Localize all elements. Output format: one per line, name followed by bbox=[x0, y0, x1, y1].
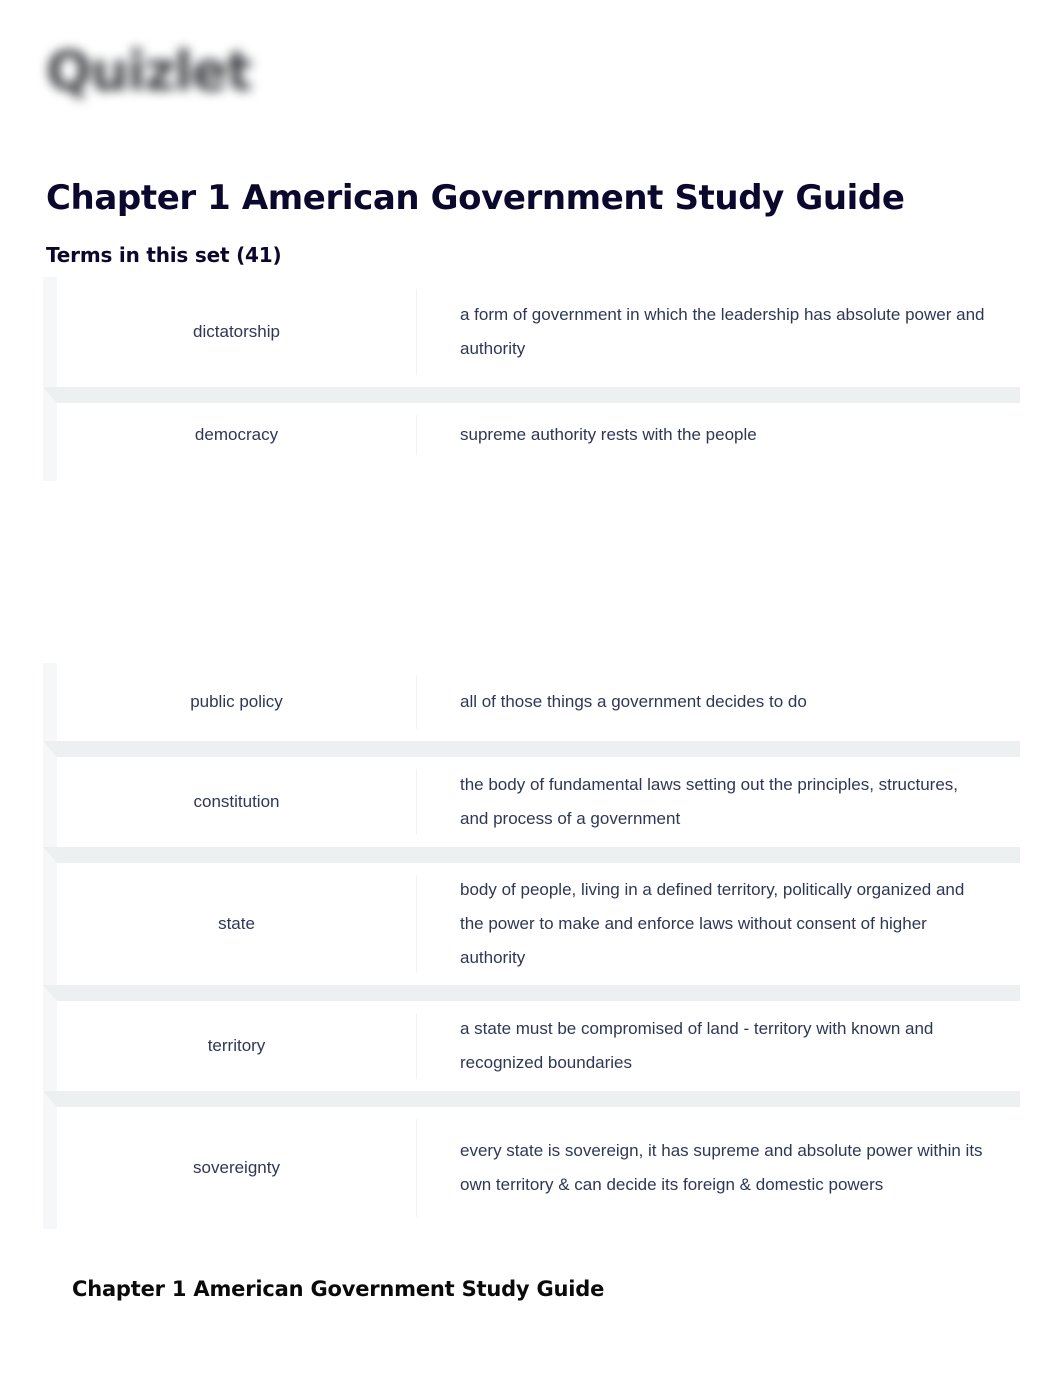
definition-text: a state must be compromised of land - te… bbox=[460, 1019, 934, 1072]
term-cell: dictatorship bbox=[57, 277, 416, 387]
quizlet-logo-text: Quizlet bbox=[46, 40, 252, 103]
term-cell: democracy bbox=[57, 403, 416, 467]
table-row[interactable]: public policy all of those things a gove… bbox=[43, 663, 1020, 741]
page-footer-title: Chapter 1 American Government Study Guid… bbox=[72, 1277, 605, 1301]
term-text: constitution bbox=[193, 792, 280, 811]
terms-count-heading: Terms in this set (41) bbox=[46, 242, 282, 267]
term-cell: sovereignty bbox=[57, 1107, 416, 1229]
definition-cell: all of those things a government decides… bbox=[416, 663, 1020, 741]
study-set-page: Quizlet Chapter 1 American Government St… bbox=[0, 0, 1062, 1377]
table-row[interactable]: constitution the body of fundamental law… bbox=[43, 741, 1020, 847]
term-text: dictatorship bbox=[193, 322, 280, 341]
terms-list-group-b: public policy all of those things a gove… bbox=[43, 663, 1020, 1229]
definition-cell: a form of government in which the leader… bbox=[416, 277, 1020, 387]
definition-text: the body of fundamental laws setting out… bbox=[460, 775, 958, 828]
definition-cell: a state must be compromised of land - te… bbox=[416, 1001, 1020, 1091]
term-cell: public policy bbox=[57, 663, 416, 741]
definition-text: supreme authority rests with the people bbox=[460, 425, 757, 444]
page-title: Chapter 1 American Government Study Guid… bbox=[46, 177, 905, 218]
term-text: state bbox=[218, 914, 255, 933]
group-footer-strip bbox=[43, 467, 1020, 481]
term-cell: territory bbox=[57, 1001, 416, 1091]
definition-text: every state is sovereign, it has supreme… bbox=[460, 1141, 983, 1194]
definition-cell: the body of fundamental laws setting out… bbox=[416, 757, 1020, 847]
definition-text: a form of government in which the leader… bbox=[460, 305, 985, 358]
table-row[interactable]: sovereignty every state is sovereign, it… bbox=[43, 1091, 1020, 1229]
term-text: democracy bbox=[194, 425, 279, 444]
term-text: territory bbox=[207, 1036, 266, 1055]
term-text: public policy bbox=[190, 692, 283, 711]
table-row[interactable]: state body of people, living in a define… bbox=[43, 847, 1020, 985]
definition-text: all of those things a government decides… bbox=[460, 692, 807, 711]
term-cell: state bbox=[57, 863, 416, 985]
table-row[interactable]: dictatorship a form of government in whi… bbox=[43, 277, 1020, 387]
definition-cell: supreme authority rests with the people bbox=[416, 403, 1020, 467]
definition-text: body of people, living in a defined terr… bbox=[460, 880, 965, 967]
quizlet-logo[interactable]: Quizlet bbox=[46, 36, 346, 108]
term-cell: constitution bbox=[57, 757, 416, 847]
definition-cell: body of people, living in a defined terr… bbox=[416, 863, 1020, 985]
definition-cell: every state is sovereign, it has supreme… bbox=[416, 1107, 1020, 1229]
term-text: sovereignty bbox=[193, 1158, 280, 1177]
table-row[interactable]: democracy supreme authority rests with t… bbox=[43, 387, 1020, 467]
terms-list-group-a: dictatorship a form of government in whi… bbox=[43, 277, 1020, 481]
table-row[interactable]: territory a state must be compromised of… bbox=[43, 985, 1020, 1091]
